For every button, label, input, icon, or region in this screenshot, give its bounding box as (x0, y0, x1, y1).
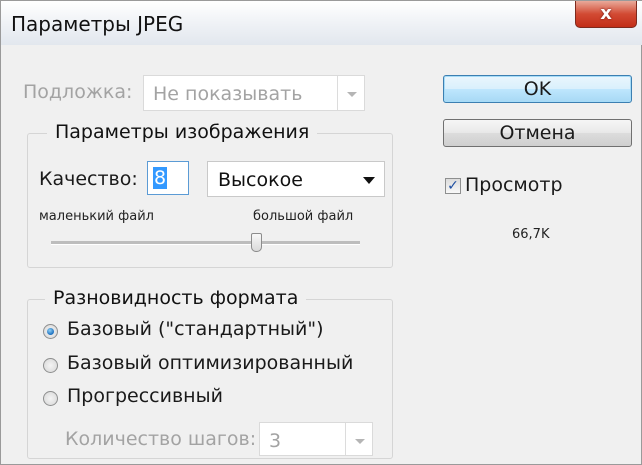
scans-select: 3 (259, 422, 373, 456)
quality-preset-value: Высокое (218, 169, 303, 191)
large-file-label: большой файл (253, 209, 354, 224)
matte-value: Не показывать (153, 83, 303, 105)
quality-preset-select[interactable]: Высокое (207, 161, 385, 197)
cancel-button[interactable]: Отмена (443, 119, 632, 147)
quality-input[interactable]: 8 (147, 161, 189, 195)
chevron-down-icon (337, 76, 364, 110)
matte-label: Подложка: (23, 81, 133, 103)
baseline-optimized-label[interactable]: Базовый оптимизированный (67, 352, 353, 374)
preview-label[interactable]: Просмотр (465, 174, 563, 196)
preview-checkbox[interactable]: ✓ (445, 178, 461, 194)
ok-button-label: OK (523, 78, 552, 100)
chevron-down-icon (345, 423, 372, 455)
scans-value: 3 (269, 430, 282, 452)
image-options-legend: Параметры изображения (47, 121, 318, 143)
jpeg-options-dialog: Параметры JPEG x Подложка: Не показывать… (0, 0, 642, 465)
baseline-optimized-radio[interactable] (43, 358, 58, 373)
ok-button[interactable]: OK (443, 75, 632, 103)
close-icon: x (600, 3, 612, 24)
quality-label: Качество: (39, 168, 138, 190)
window-title: Параметры JPEG (11, 12, 184, 36)
baseline-standard-radio[interactable] (43, 324, 58, 339)
quality-value: 8 (153, 167, 168, 189)
cancel-button-label: Отмена (499, 122, 576, 144)
close-button[interactable]: x (575, 1, 637, 28)
progressive-label[interactable]: Прогрессивный (67, 385, 223, 407)
chevron-down-icon (363, 177, 375, 184)
title-bar[interactable]: Параметры JPEG x (1, 1, 642, 45)
check-icon: ✓ (447, 178, 459, 194)
scans-label: Количество шагов: (65, 428, 257, 450)
format-options-legend: Разновидность формата (45, 287, 307, 309)
small-file-label: маленький файл (39, 209, 154, 224)
file-size-value: 66,7K (512, 227, 550, 242)
baseline-standard-label[interactable]: Базовый ("стандартный") (67, 318, 324, 340)
quality-slider-track[interactable] (51, 241, 360, 245)
progressive-radio[interactable] (43, 391, 58, 406)
quality-slider-thumb[interactable] (251, 233, 262, 252)
image-options-group (27, 133, 393, 268)
matte-select: Не показывать (143, 75, 365, 111)
